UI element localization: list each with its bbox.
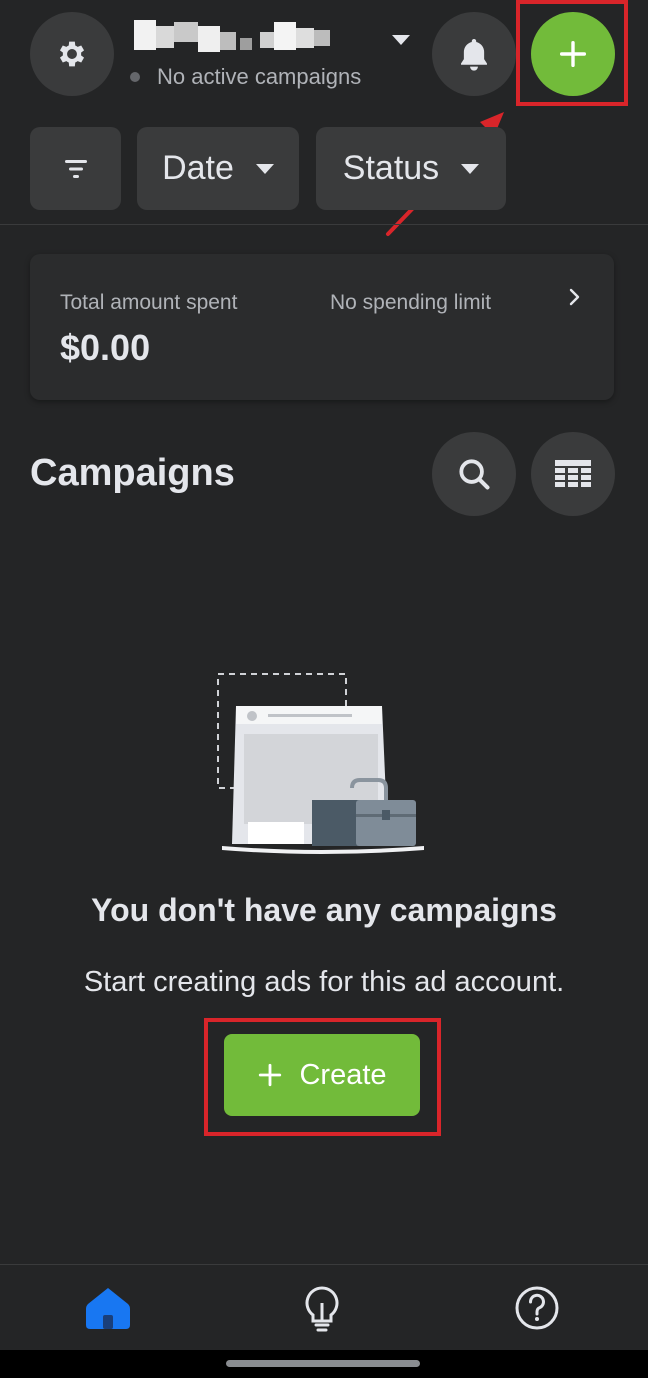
filter-button[interactable] bbox=[30, 127, 121, 210]
account-dropdown-icon[interactable] bbox=[392, 35, 410, 45]
status-dot bbox=[130, 72, 140, 82]
total-spent-label: Total amount spent bbox=[60, 291, 238, 314]
date-filter-dropdown[interactable]: Date bbox=[137, 127, 299, 210]
annotation-highlight-create bbox=[204, 1018, 441, 1136]
campaigns-title: Campaigns bbox=[30, 452, 235, 494]
empty-campaigns-illustration bbox=[217, 673, 424, 854]
gear-icon bbox=[59, 41, 85, 67]
date-filter-label: Date bbox=[162, 149, 234, 187]
annotation-highlight-plus bbox=[516, 0, 628, 106]
lightbulb-icon[interactable] bbox=[302, 1285, 342, 1333]
search-button[interactable] bbox=[432, 432, 516, 516]
table-icon bbox=[555, 460, 591, 487]
notifications-button[interactable] bbox=[432, 12, 516, 96]
divider bbox=[0, 224, 648, 225]
filter-icon bbox=[64, 159, 87, 178]
empty-state-subtext: Start creating ads for this ad account. bbox=[83, 966, 565, 998]
chevron-down-icon bbox=[255, 163, 274, 174]
bell-icon bbox=[461, 38, 487, 71]
empty-state-heading: You don't have any campaigns bbox=[91, 892, 557, 928]
total-spent-value: $0.00 bbox=[60, 327, 151, 368]
bottom-navigation bbox=[0, 1264, 648, 1350]
account-name-redacted[interactable] bbox=[134, 18, 334, 58]
search-icon bbox=[459, 459, 490, 490]
status-filter-label: Status bbox=[342, 149, 440, 187]
chevron-down-icon bbox=[461, 163, 480, 174]
spending-limit-label: No spending limit bbox=[330, 291, 492, 314]
system-navigation-bar bbox=[0, 1350, 648, 1378]
status-filter-dropdown[interactable]: Status bbox=[316, 127, 506, 210]
chevron-right-icon[interactable] bbox=[565, 286, 585, 308]
table-view-button[interactable] bbox=[531, 432, 615, 516]
home-icon[interactable] bbox=[84, 1285, 132, 1331]
account-status-text: No active campaigns bbox=[157, 64, 362, 89]
home-gesture-handle[interactable] bbox=[226, 1360, 420, 1367]
spend-summary-card[interactable]: Total amount spent $0.00 No spending lim… bbox=[30, 254, 614, 400]
settings-button[interactable] bbox=[30, 12, 114, 96]
help-icon[interactable] bbox=[514, 1285, 560, 1331]
